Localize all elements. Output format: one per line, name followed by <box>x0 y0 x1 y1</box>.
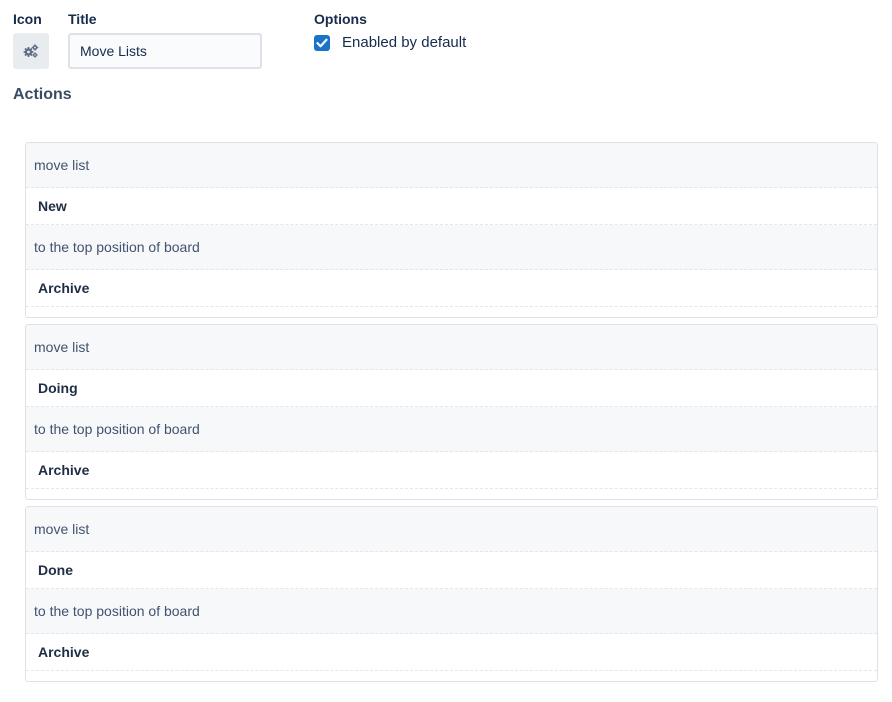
action-verb: move list <box>26 507 877 552</box>
action-list-name[interactable]: Doing <box>26 370 877 407</box>
action-verb: move list <box>26 325 877 370</box>
checkmark-icon <box>316 38 328 47</box>
options-field-label: Options <box>314 11 367 27</box>
actions-heading: Actions <box>13 86 72 103</box>
icon-field-label: Icon <box>13 11 42 27</box>
action-board-name[interactable]: Archive <box>26 270 877 307</box>
icon-picker-button[interactable] <box>13 33 49 69</box>
action-verb: move list <box>26 143 877 188</box>
action-board-name[interactable]: Archive <box>26 452 877 489</box>
gears-icon <box>23 44 39 58</box>
action-position-text: to the top position of board <box>26 225 877 270</box>
action-card[interactable]: move list Done to the top position of bo… <box>25 506 878 682</box>
action-card[interactable]: move list New to the top position of boa… <box>25 142 878 318</box>
enabled-by-default-label: Enabled by default <box>342 34 467 51</box>
action-list-name[interactable]: Done <box>26 552 877 589</box>
action-list-name[interactable]: New <box>26 188 877 225</box>
title-field-label: Title <box>68 11 97 27</box>
action-position-text: to the top position of board <box>26 589 877 634</box>
title-input[interactable] <box>68 33 262 69</box>
rule-editor: Icon Title Options Move Lists Enabled by… <box>0 0 892 702</box>
action-list: move list New to the top position of boa… <box>25 142 878 688</box>
action-board-name[interactable]: Archive <box>26 634 877 671</box>
action-card[interactable]: move list Doing to the top position of b… <box>25 324 878 500</box>
enabled-by-default-checkbox[interactable] <box>314 34 330 51</box>
enabled-by-default-option[interactable]: Enabled by default <box>314 34 466 51</box>
action-position-text: to the top position of board <box>26 407 877 452</box>
